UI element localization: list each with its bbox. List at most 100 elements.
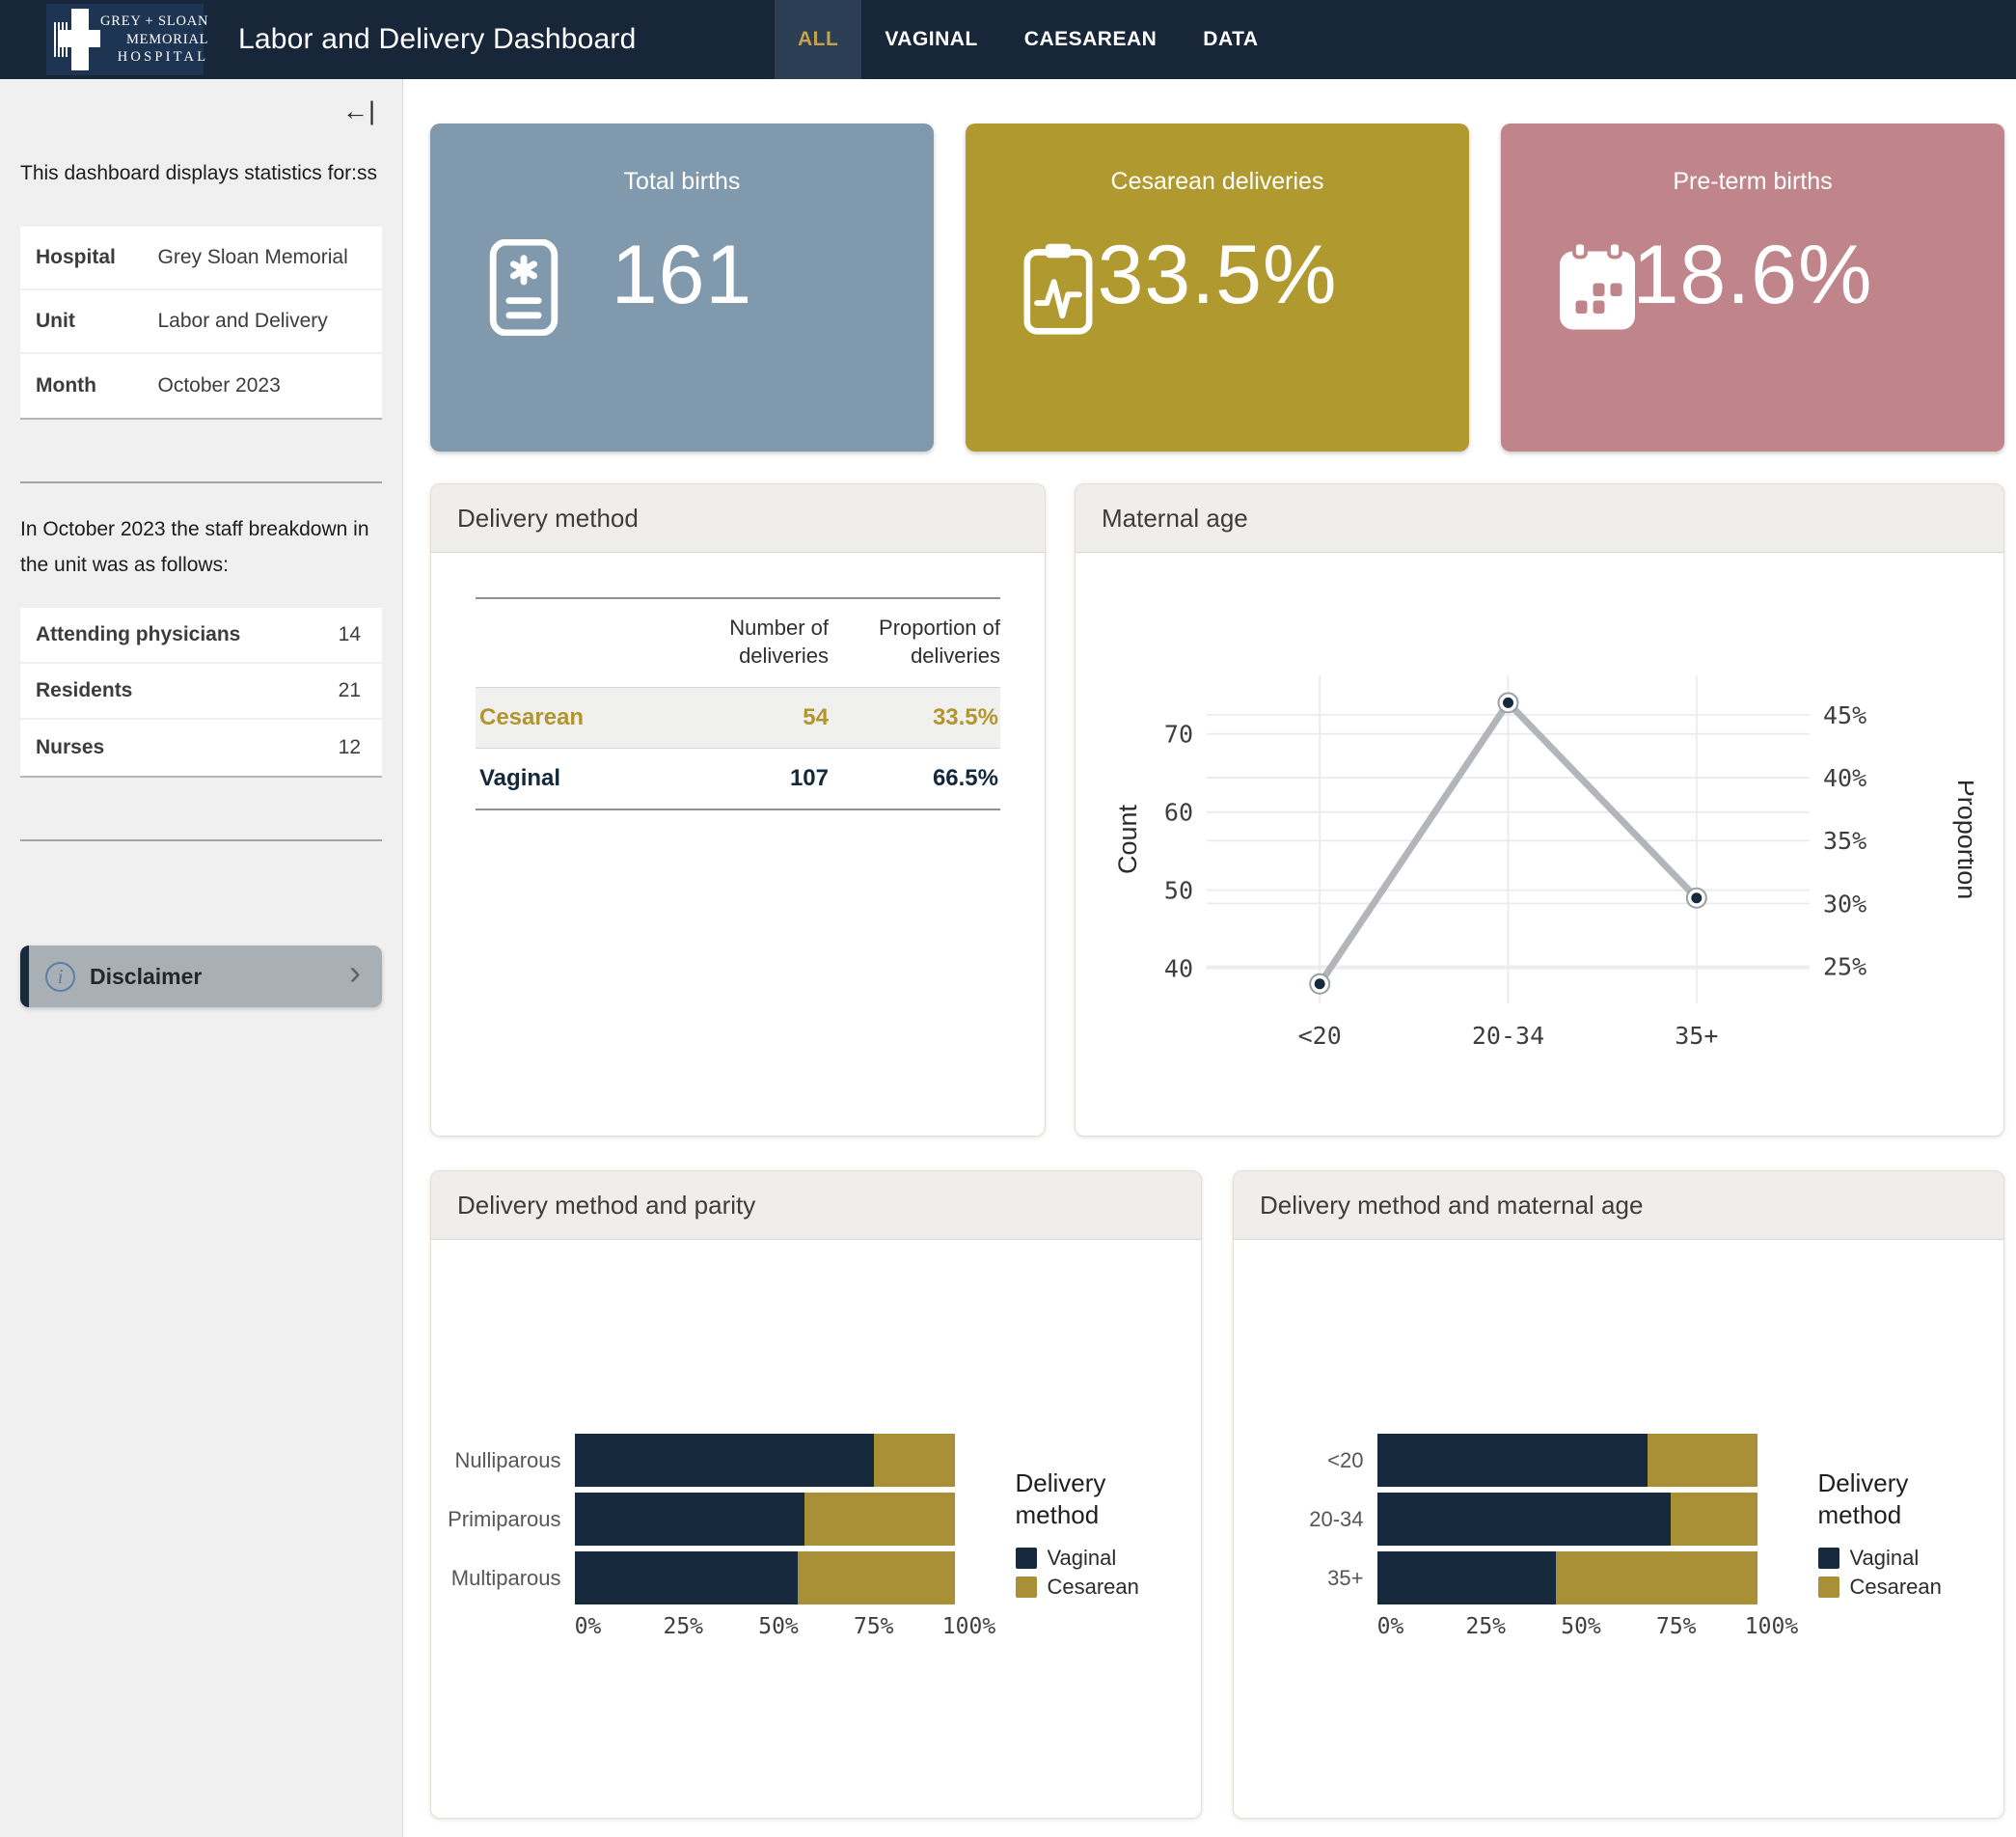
- left-axis-tick: 60: [1164, 799, 1193, 827]
- row-label: Vaginal: [476, 765, 684, 792]
- info-row-hospital: Hospital Grey Sloan Memorial: [20, 227, 382, 290]
- bar-row: <20: [1246, 1434, 1772, 1487]
- main-nav: ALL VAGINAL CAESAREAN DATA: [775, 0, 1282, 79]
- card-title: Cesarean deliveries: [966, 168, 1469, 196]
- tab-data[interactable]: DATA: [1180, 0, 1281, 79]
- x-axis: 0%25%50%75%100%: [1391, 1604, 1772, 1637]
- bars-plot: <20 20-34 35+ 0%25%50%75%100%: [1246, 1434, 1772, 1637]
- bar-segment-vaginal: [575, 1434, 874, 1487]
- tab-caesarean[interactable]: CAESAREAN: [1001, 0, 1181, 79]
- bar-category-label: 35+: [1246, 1566, 1377, 1591]
- panel-title: Delivery method and maternal age: [1234, 1171, 2003, 1240]
- staff-row-attending: Attending physicians 14: [20, 608, 382, 664]
- card-value: 18.6%: [1501, 228, 2004, 323]
- left-axis-tick: 70: [1164, 721, 1193, 749]
- info-icon: i: [45, 962, 75, 992]
- bar-row: Multiparous: [444, 1551, 969, 1604]
- column-header: Proportion of deliveries: [829, 615, 1000, 670]
- delivery-age-chart: <2020-3435+0%25%50%75%100%Delivery metho…: [1234, 1240, 2003, 1818]
- logo-line2: MEMORIAL: [100, 31, 208, 49]
- right-axis-tick: 25%: [1823, 953, 1866, 981]
- sidebar: ←| This dashboard displays statistics fo…: [0, 79, 403, 1837]
- info-value: Grey Sloan Memorial: [158, 246, 348, 269]
- bar-row: Nulliparous: [444, 1434, 969, 1487]
- table-row-cesarean: Cesarean 54 33.5%: [476, 687, 1000, 748]
- legend-label: Vaginal: [1048, 1546, 1117, 1571]
- card-title: Total births: [430, 168, 934, 196]
- legend-item: Vaginal: [1818, 1546, 1992, 1571]
- x-axis-tick: 100%: [1745, 1614, 1798, 1639]
- delivery-method-table: Number of deliveries Proportion of deliv…: [476, 597, 1000, 810]
- staff-label: Residents: [20, 679, 339, 702]
- bar-track: [575, 1434, 956, 1487]
- row-label: Cesarean: [476, 704, 684, 731]
- right-axis-tick: 45%: [1823, 701, 1866, 729]
- panel-title: Delivery method: [431, 484, 1045, 553]
- delivery-method-panel: Delivery method Number of deliveries Pro…: [430, 483, 1046, 1137]
- data-point-core: [1315, 978, 1325, 989]
- right-axis-tick: 30%: [1823, 890, 1866, 918]
- table-row-vaginal: Vaginal 107 66.5%: [476, 748, 1000, 809]
- x-axis-tick: 0%: [575, 1614, 602, 1639]
- left-axis-title: Count: [1113, 804, 1142, 874]
- bar-segment-cesarean: [1648, 1434, 1758, 1487]
- legend-swatch-icon: [1016, 1548, 1037, 1569]
- kpi-cards: Total births 161 Cesarean deliveries: [430, 123, 2004, 452]
- legend-label: Cesarean: [1850, 1575, 1942, 1600]
- left-axis-tick: 40: [1164, 955, 1193, 983]
- x-axis-tick: 25%: [1465, 1614, 1506, 1639]
- legend: Delivery methodVaginalCesarean: [1016, 1467, 1189, 1604]
- sidebar-intro-text: This dashboard displays statistics for:s…: [20, 156, 382, 192]
- info-value: October 2023: [158, 374, 281, 398]
- x-axis-tick: 35+: [1675, 1022, 1718, 1050]
- staff-value: 21: [339, 679, 382, 702]
- logo-line3: HOSPITAL: [100, 48, 208, 67]
- info-value: Labor and Delivery: [158, 310, 328, 333]
- disclaimer-label: Disclaimer: [90, 964, 202, 990]
- legend-swatch-icon: [1016, 1577, 1037, 1598]
- bar-category-label: 20-34: [1246, 1507, 1377, 1532]
- card-preterm-births: Pre-term births 18.6%: [1501, 123, 2004, 452]
- legend-label: Vaginal: [1850, 1546, 1920, 1571]
- tab-vaginal[interactable]: VAGINAL: [861, 0, 1000, 79]
- x-axis-tick: 75%: [854, 1614, 894, 1639]
- bars-plot: NulliparousPrimiparousMultiparous0%25%50…: [444, 1434, 969, 1637]
- delivery-parity-chart: NulliparousPrimiparousMultiparous0%25%50…: [431, 1240, 1201, 1818]
- tab-all[interactable]: ALL: [775, 0, 861, 79]
- line-chart-svg: 4050607025%30%35%40%45%<2020-3435+CountP…: [1105, 651, 1974, 1066]
- card-title: Pre-term births: [1501, 168, 2004, 196]
- staff-label: Attending physicians: [20, 623, 339, 646]
- info-row-unit: Unit Labor and Delivery: [20, 290, 382, 354]
- sidebar-collapse-icon[interactable]: ←|: [342, 96, 375, 126]
- bar-segment-vaginal: [1377, 1551, 1557, 1604]
- bars-chart: NulliparousPrimiparousMultiparous0%25%50…: [444, 1434, 1189, 1637]
- disclaimer-button[interactable]: i Disclaimer ›: [20, 946, 382, 1007]
- sidebar-divider: [20, 839, 382, 841]
- x-axis-tick: 75%: [1656, 1614, 1697, 1639]
- bar-track: [1377, 1493, 1758, 1546]
- delivery-age-panel: Delivery method and maternal age <20 20-3…: [1233, 1170, 2004, 1819]
- chevron-right-icon: ›: [349, 955, 361, 990]
- page-title: Labor and Delivery Dashboard: [238, 23, 637, 56]
- hospital-logo: GREY + SLOAN MEMORIAL HOSPITAL: [46, 4, 204, 75]
- bar-segment-vaginal: [575, 1551, 798, 1604]
- bar-segment-cesarean: [1556, 1551, 1757, 1604]
- staff-value: 12: [339, 736, 382, 759]
- card-total-births: Total births 161: [430, 123, 934, 452]
- legend: Delivery methodVaginalCesarean: [1818, 1467, 1992, 1604]
- legend-item: Vaginal: [1016, 1546, 1189, 1571]
- row-proportion: 33.5%: [829, 704, 1000, 731]
- column-header: Number of deliveries: [684, 615, 829, 670]
- staff-intro-text: In October 2023 the staff breakdown in t…: [20, 512, 382, 584]
- bars-chart: <2020-3435+0%25%50%75%100%Delivery metho…: [1246, 1434, 1992, 1637]
- legend-swatch-icon: [1818, 1548, 1839, 1569]
- logo-line1: GREY + SLOAN: [100, 13, 208, 31]
- right-axis-tick: 35%: [1823, 827, 1866, 855]
- card-value: 161: [430, 228, 934, 323]
- header: GREY + SLOAN MEMORIAL HOSPITAL Labor and…: [0, 0, 2016, 79]
- maternal-age-panel: Maternal age 4050607025%30%35%40%45%<202…: [1075, 483, 2004, 1137]
- bar-track: [1377, 1551, 1758, 1604]
- bar-segment-vaginal: [1377, 1434, 1648, 1487]
- bar-segment-vaginal: [575, 1493, 805, 1546]
- panel-title: Delivery method and parity: [431, 1171, 1201, 1240]
